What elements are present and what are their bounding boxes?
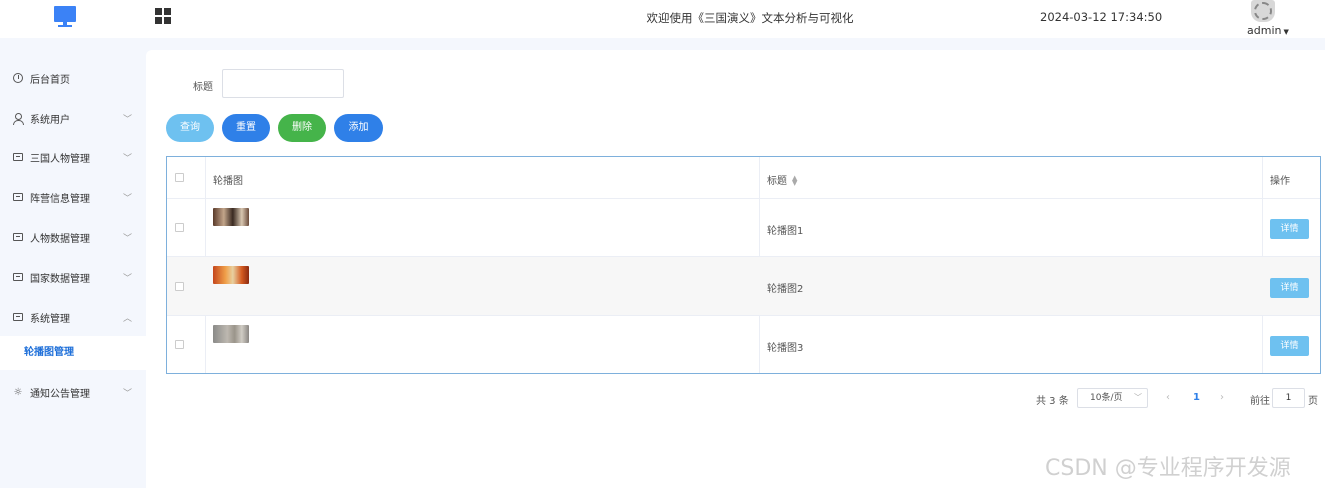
avatar[interactable] — [1251, 0, 1275, 22]
goto-suffix: 页 — [1308, 396, 1318, 407]
page-size-select[interactable]: 10条/页 ﹀ — [1077, 388, 1148, 408]
sidebar-item-carousel-management[interactable]: 轮播图管理 — [0, 336, 146, 370]
spinner-icon: ☼ — [13, 386, 23, 398]
page-title: 欢迎使用《三国演义》文本分析与可视化 — [646, 11, 854, 25]
table-row: 轮播图2 详情 — [167, 257, 1320, 316]
column-header-title[interactable]: 标题 ▲ ▼ — [767, 172, 797, 188]
chevron-down-icon: ﹀ — [122, 194, 132, 204]
sidebar-item-characters[interactable]: 三国人物管理 ﹀ — [0, 137, 146, 177]
chevron-down-icon: ﹀ — [122, 389, 132, 399]
query-button[interactable]: 查询 — [166, 114, 214, 142]
carousel-table: 轮播图 标题 ▲ ▼ 操作 轮播图1 详情 轮播图2 详情 轮播图3 详情 — [166, 156, 1321, 374]
user-icon — [12, 112, 24, 125]
select-all-checkbox[interactable] — [175, 173, 184, 182]
column-header-action: 操作 — [1270, 176, 1290, 187]
sidebar: 后台首页 系统用户 ﹀ 三国人物管理 ﹀ 阵营信息管理 ﹀ 人物数据管理 ﹀ 国… — [0, 38, 146, 488]
chevron-up-icon: ︿ — [122, 314, 132, 324]
row-checkbox[interactable] — [175, 340, 184, 349]
reset-button[interactable]: 重置 — [222, 114, 270, 142]
sidebar-item-notices[interactable]: ☼ 通知公告管理 ﹀ — [0, 372, 146, 412]
search-title-input[interactable] — [222, 69, 344, 98]
sidebar-item-dashboard[interactable]: 后台首页 — [0, 58, 146, 98]
sidebar-item-country-data[interactable]: 国家数据管理 ﹀ — [0, 257, 146, 297]
prev-page-icon[interactable]: ‹ — [1166, 392, 1170, 403]
search-title-label: 标题 — [193, 82, 213, 93]
carousel-thumbnail — [213, 266, 249, 284]
table-row: 轮播图1 详情 — [167, 199, 1320, 257]
detail-button[interactable]: 详情 — [1270, 278, 1309, 298]
sidebar-item-label: 系统用户 — [30, 114, 70, 126]
caret-down-icon: ▼ — [1283, 28, 1289, 36]
card-icon — [12, 231, 24, 243]
row-title: 轮播图1 — [767, 226, 804, 237]
sort-icon[interactable]: ▲ ▼ — [792, 175, 797, 187]
sidebar-item-system-users[interactable]: 系统用户 ﹀ — [0, 98, 146, 138]
next-page-icon[interactable]: › — [1220, 392, 1224, 403]
goto-page-input[interactable]: 1 — [1272, 388, 1305, 408]
add-button[interactable]: 添加 — [334, 114, 383, 142]
table-row: 轮播图3 详情 — [167, 316, 1320, 373]
detail-button[interactable]: 详情 — [1270, 219, 1309, 239]
pagination-total: 共 3 条 — [1036, 396, 1069, 407]
sidebar-item-label: 人物数据管理 — [30, 233, 90, 245]
card-icon — [12, 271, 24, 283]
header-datetime: 2024-03-12 17:34:50 — [1040, 10, 1163, 24]
sidebar-item-label: 国家数据管理 — [30, 273, 90, 285]
carousel-thumbnail — [213, 325, 249, 343]
monitor-logo-icon — [54, 6, 78, 28]
sidebar-item-factions[interactable]: 阵营信息管理 ﹀ — [0, 177, 146, 217]
username-label: admin — [1247, 24, 1282, 37]
row-checkbox[interactable] — [175, 282, 184, 291]
page-number-current[interactable]: 1 — [1193, 392, 1200, 403]
grid-menu-icon[interactable] — [155, 8, 171, 24]
card-icon — [12, 191, 24, 203]
pie-chart-icon — [12, 72, 24, 84]
watermark: CSDN @专业程序开发源 — [1045, 456, 1291, 481]
row-title: 轮播图2 — [767, 284, 804, 295]
top-header: 欢迎使用《三国演义》文本分析与可视化 2024-03-12 17:34:50 a… — [0, 0, 1325, 38]
user-menu[interactable]: admin ▼ — [1247, 24, 1289, 37]
carousel-thumbnail — [213, 208, 249, 226]
row-title: 轮播图3 — [767, 343, 804, 354]
chevron-down-icon: ﹀ — [122, 154, 132, 164]
checkbox-icon — [12, 311, 24, 323]
chevron-down-icon: ﹀ — [1134, 393, 1142, 402]
detail-button[interactable]: 详情 — [1270, 336, 1309, 356]
delete-button[interactable]: 删除 — [278, 114, 326, 142]
table-header-row: 轮播图 标题 ▲ ▼ 操作 — [167, 157, 1320, 199]
chevron-down-icon: ﹀ — [122, 234, 132, 244]
sidebar-item-system-management[interactable]: 系统管理 ︿ — [0, 297, 146, 337]
sidebar-item-label: 系统管理 — [30, 313, 70, 325]
row-checkbox[interactable] — [175, 223, 184, 232]
column-header-image: 轮播图 — [213, 176, 243, 187]
sidebar-item-character-data[interactable]: 人物数据管理 ﹀ — [0, 217, 146, 257]
sidebar-item-label: 三国人物管理 — [30, 153, 90, 165]
card-icon — [12, 151, 24, 163]
sidebar-item-label: 通知公告管理 — [30, 388, 90, 400]
goto-label: 前往 — [1250, 396, 1270, 407]
chevron-down-icon: ﹀ — [122, 115, 132, 125]
chevron-down-icon: ﹀ — [122, 274, 132, 284]
sidebar-item-label: 阵营信息管理 — [30, 193, 90, 205]
sidebar-item-label: 后台首页 — [30, 74, 70, 86]
